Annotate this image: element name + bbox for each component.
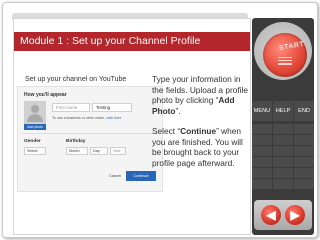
divider <box>22 133 160 134</box>
business-name-hint: To use a business or other name, click h… <box>52 116 121 120</box>
youtube-setup-screenshot: Set up your channel on YouTube How you'l… <box>15 55 165 195</box>
end-button[interactable]: END <box>294 101 314 121</box>
year-field[interactable]: Year <box>110 147 126 155</box>
start-lines-icon <box>278 57 292 67</box>
help-button[interactable]: HELP <box>273 101 293 121</box>
instruction-continue-bold: Continue <box>180 126 217 136</box>
instruction-continue: Select “Continue” when you are finished.… <box>152 126 250 168</box>
module-title: Module 1 : Set up your Channel Profile <box>14 32 250 51</box>
month-select[interactable]: Month <box>66 147 88 155</box>
nav-row: MENU HELP END <box>252 101 314 121</box>
add-photo-button[interactable]: Add photo <box>24 124 46 130</box>
instruction-upload: Type your information in the fields. Upl… <box>152 74 250 116</box>
navigation-arrows: ◀ ▶ <box>254 200 312 230</box>
panel-grid <box>252 124 314 190</box>
instruction-continue-text: Select “ <box>152 126 181 136</box>
device-frame: Module 1 : Set up your Channel Profile S… <box>2 2 318 238</box>
instruction-upload-end: ”. <box>175 105 181 116</box>
content-area: Module 1 : Set up your Channel Profile S… <box>13 18 251 235</box>
arrow-right-icon[interactable]: ▶ <box>285 205 305 225</box>
start-label: START <box>278 40 305 53</box>
last-name-field[interactable]: Testing <box>92 103 132 112</box>
control-panel: START MENU HELP END ◀ ▶ <box>252 18 314 235</box>
business-hint-link[interactable]: click here <box>106 116 121 120</box>
start-button[interactable]: START <box>263 33 307 77</box>
cancel-button[interactable]: Cancel <box>106 172 124 181</box>
gender-select[interactable]: Select <box>24 147 46 155</box>
instructions: Type your information in the fields. Upl… <box>152 74 250 178</box>
day-select[interactable]: Day <box>90 147 108 155</box>
youtube-heading: Set up your channel on YouTube <box>25 76 127 83</box>
first-name-field[interactable]: First name <box>52 103 90 112</box>
how-you-appear-label: How you'll appear <box>24 92 67 98</box>
arrow-left-icon[interactable]: ◀ <box>261 205 281 225</box>
youtube-form-card: How you'll appear Add photo First name T… <box>17 86 163 192</box>
start-dial: START <box>254 22 312 80</box>
gender-label: Gender <box>24 139 41 144</box>
business-hint-text: To use a business or other name, <box>52 116 106 120</box>
birthday-label: Birthday <box>66 139 86 144</box>
menu-button[interactable]: MENU <box>252 101 272 121</box>
